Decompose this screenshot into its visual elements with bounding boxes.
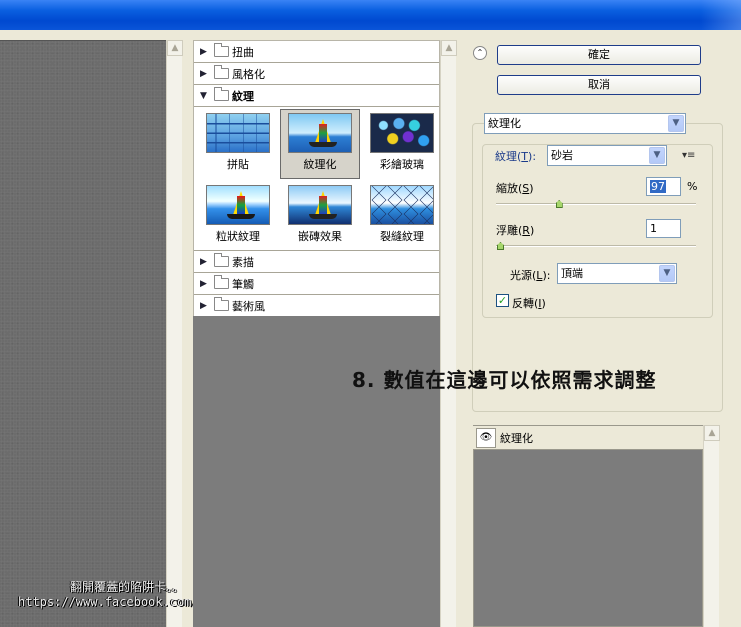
scaling-slider[interactable] [496, 203, 696, 205]
preview-scrollbar[interactable]: ▲ [166, 40, 183, 627]
filter-thumb-texturizer[interactable]: 紋理化 [280, 109, 360, 179]
effect-layer-row[interactable]: 👁 紋理化 [473, 426, 703, 450]
category-label: 扭曲 [232, 45, 254, 59]
expand-arrow-icon[interactable]: ▶ [200, 279, 210, 289]
thumb-caption: 嵌磚效果 [298, 230, 342, 243]
thumb-caption: 拼貼 [227, 158, 249, 171]
layers-scrollbar[interactable]: ▲ [703, 425, 720, 627]
filter-thumbnails: 拼貼 紋理化 彩繪玻璃 粒狀紋理 嵌磚效果 裂縫紋理 [194, 107, 439, 251]
expand-arrow-icon[interactable]: ▶ [200, 47, 210, 57]
collapse-arrow-icon[interactable]: ▼ [200, 91, 210, 101]
filter-thumb-patchwork[interactable]: 拼貼 [198, 109, 278, 179]
cancel-button[interactable]: 取消 [497, 75, 701, 95]
thumb-caption: 裂縫紋理 [380, 230, 424, 243]
texture-menu-icon[interactable]: ▾≡ [682, 150, 695, 161]
category-label: 藝術風 [232, 299, 265, 313]
thumb-caption: 粒狀紋理 [216, 230, 260, 243]
eye-icon[interactable]: 👁 [476, 427, 496, 448]
texture-select-value: 砂岩 [551, 149, 573, 162]
texture-select[interactable]: 砂岩 ▼ [547, 145, 667, 166]
ok-button[interactable]: 確定 [497, 45, 701, 65]
filter-list-empty-area [193, 316, 440, 627]
category-texture[interactable]: ▼ 紋理 [194, 85, 439, 107]
category-distort[interactable]: ▶ 扭曲 [194, 41, 439, 63]
category-sketch[interactable]: ▶ 素描 [194, 251, 439, 273]
chevron-down-icon[interactable]: ▼ [659, 265, 675, 282]
folder-icon [214, 253, 229, 267]
expand-arrow-icon[interactable]: ▶ [200, 69, 210, 79]
scroll-up-icon[interactable]: ▲ [167, 40, 183, 56]
category-label: 筆觸 [232, 277, 254, 291]
title-bar [0, 0, 741, 30]
folder-icon [214, 275, 229, 289]
thumbnail-image [288, 113, 352, 153]
filter-thumb-craquelure[interactable]: 裂縫紋理 [362, 181, 442, 251]
category-artistic[interactable]: ▶ 藝術風 [194, 295, 439, 317]
relief-input[interactable]: 1 [646, 219, 681, 238]
thumbnail-image [370, 113, 434, 153]
thumb-caption: 紋理化 [303, 158, 337, 171]
filter-select[interactable]: 紋理化 ▼ [484, 113, 686, 134]
scaling-unit: % [687, 180, 698, 193]
filter-select-value: 紋理化 [488, 117, 521, 130]
folder-icon [214, 297, 229, 311]
scaling-label: 縮放(S) [496, 182, 534, 195]
thumbnail-image [288, 185, 352, 225]
filter-gallery-list: ▶ 扭曲 ▶ 風格化 ▼ 紋理 拼貼 紋理化 彩繪玻璃 粒狀紋理 嵌磚效果 裂縫… [193, 40, 440, 317]
thumbnail-image [206, 113, 270, 153]
expand-arrow-icon[interactable]: ▶ [200, 257, 210, 267]
preview-canvas[interactable] [0, 40, 166, 627]
category-label: 素描 [232, 255, 254, 269]
collapse-gallery-icon[interactable]: ⌃ [473, 46, 487, 60]
filter-list-scrollbar[interactable]: ▲ [440, 40, 457, 627]
filter-thumb-stained-glass[interactable]: 彩繪玻璃 [362, 109, 442, 179]
relief-label: 浮雕(R) [496, 224, 535, 237]
filter-thumb-grain[interactable]: 粒狀紋理 [198, 181, 278, 251]
expand-arrow-icon[interactable]: ▶ [200, 301, 210, 311]
filter-thumb-mosaic-tiles[interactable]: 嵌磚效果 [280, 181, 360, 251]
relief-slider[interactable] [496, 245, 696, 247]
thumb-caption: 彩繪玻璃 [380, 158, 424, 171]
thumbnail-image [206, 185, 270, 225]
scroll-up-icon[interactable]: ▲ [704, 425, 720, 441]
texture-label: 紋理(T): [495, 150, 537, 163]
effect-layers-panel [473, 425, 703, 627]
category-brush-strokes[interactable]: ▶ 筆觸 [194, 273, 439, 295]
light-select[interactable]: 頂端 ▼ [557, 263, 677, 284]
folder-icon [214, 43, 229, 57]
thumbnail-image [370, 185, 434, 225]
invert-label: 反轉(I) [512, 297, 546, 310]
light-select-value: 頂端 [561, 267, 583, 280]
light-label: 光源(L): [510, 269, 551, 282]
tutorial-annotation: 8. 數值在這邊可以依照需求調整 [352, 368, 657, 392]
chevron-down-icon[interactable]: ▼ [649, 147, 665, 164]
chevron-down-icon[interactable]: ▼ [668, 115, 684, 132]
open-folder-icon [214, 87, 229, 101]
folder-icon [214, 65, 229, 79]
scaling-input[interactable]: 97 [646, 177, 681, 196]
layer-name: 紋理化 [500, 431, 533, 445]
category-label: 風格化 [232, 67, 265, 81]
category-label: 紋理 [232, 89, 254, 103]
scroll-up-icon[interactable]: ▲ [441, 40, 457, 56]
invert-checkbox[interactable]: ✓ [496, 294, 509, 307]
category-stylize[interactable]: ▶ 風格化 [194, 63, 439, 85]
